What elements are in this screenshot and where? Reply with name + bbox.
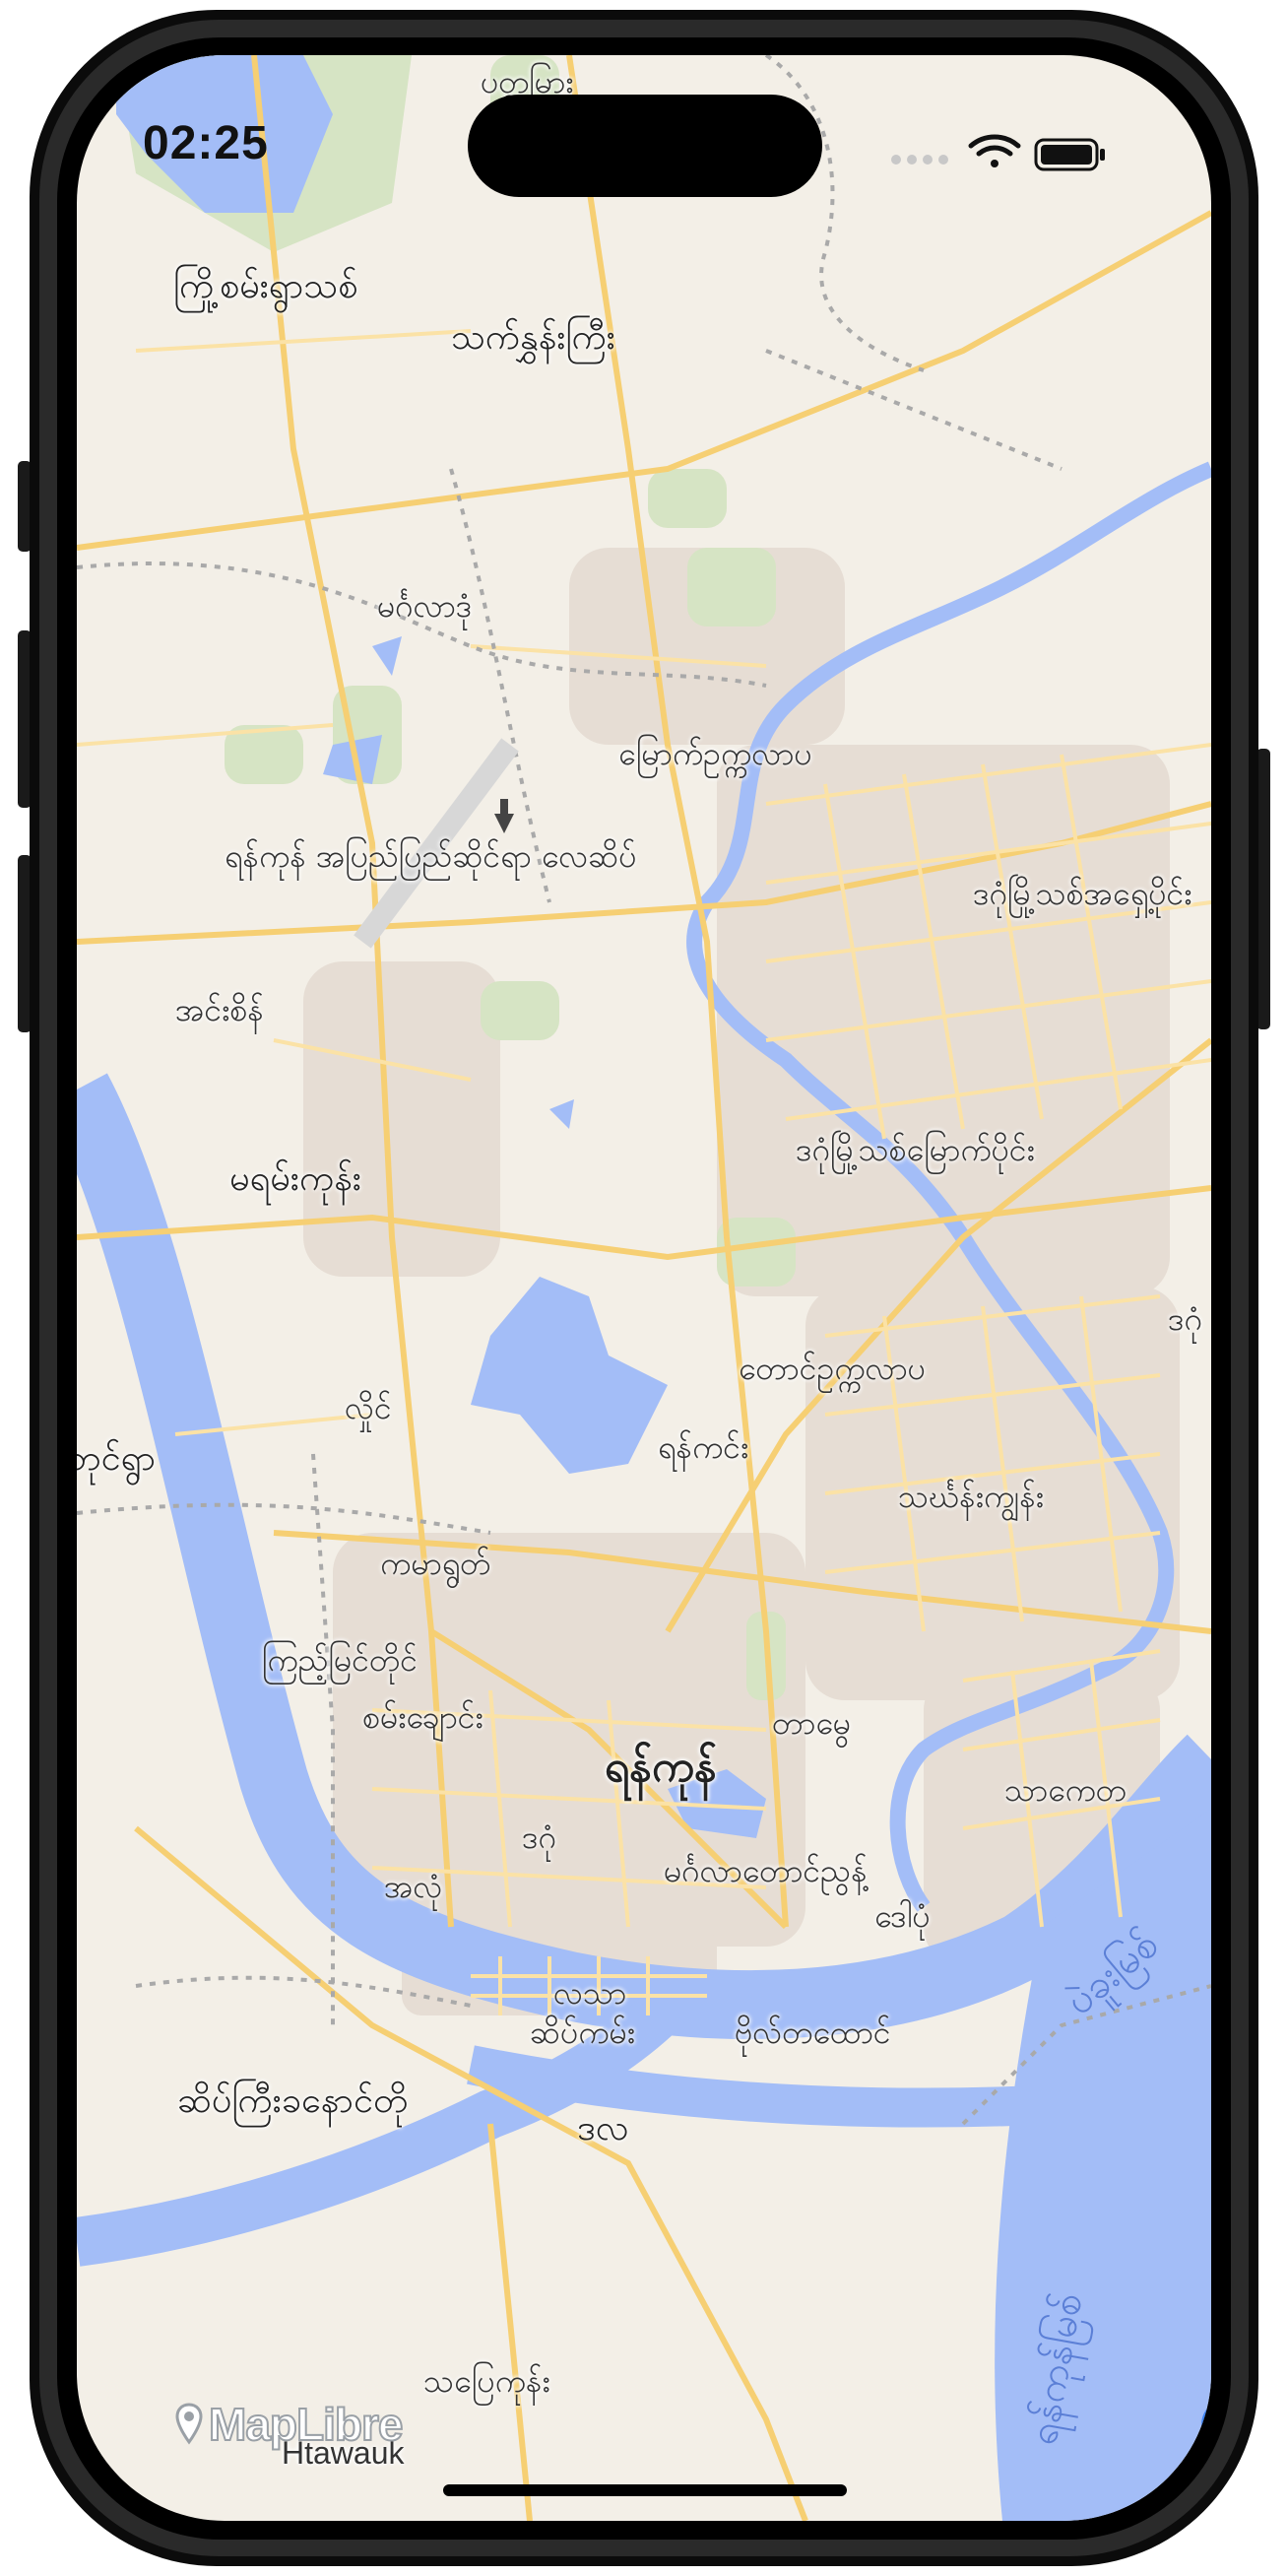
map-pin-icon [175,2403,203,2445]
map-screen[interactable]: ပတ္တမြား ကြို့စမ်းရွာသစ် သက်နွှန်းကြီး မ… [77,55,1211,2521]
wifi-icon [968,134,1021,167]
label-insein: အင်းစိန် [175,991,264,1028]
label-mingala-taungnyunt: မင်္ဂလာတောင်ညွန့် [664,1852,868,1889]
label-airport: ရန်ကုန် အပြည်ပြည်ဆိုင်ရာ လေဆိပ် [225,837,637,875]
label-kyimyindaing: ကြည့်မြင်တိုင် [262,1641,418,1679]
label-hlaing: လှိုင် [345,1389,392,1426]
airport-icon [494,799,514,833]
label-dagon: ဒဂုံ [522,1818,556,1856]
label-botataung: ဗိုလ်တထောင် [735,2014,891,2051]
label-ahlone: အလုံ [384,1868,443,1905]
label-thetkone: သက်နွှန်းကြီး [451,317,615,358]
label-myaukokkala: မြောက်ဥက္ကလာပ [618,735,812,772]
label-hlaingtharyar: ဘုင်ရွာ [77,1438,157,1479]
label-dagon-myothit-north: ဒဂုံမြို့သစ်မြောက်ပိုင်း [796,1131,1035,1168]
label-tamwe: တာမွေ [772,1704,851,1742]
cellular-dots-icon [891,155,948,165]
status-time: 02:25 [143,117,269,169]
maplibre-logo: MapLibre [175,2395,404,2454]
label-kamayut: ကမာရွတ် [380,1545,491,1582]
label-thanlyin: သပြေကုန်း [423,2362,550,2400]
map-canvas[interactable] [77,55,1211,2521]
status-icons [891,134,1105,171]
label-yangon: ရန်ကုန် [605,1742,717,1792]
label-thingangyun: သင်္ဃန်းကျွန်း [898,1478,1044,1515]
maplibre-wordmark: MapLibre [208,2398,404,2451]
label-yankin: ရန်ကင်း [658,1428,749,1466]
phone-frame: ပတ္တမြား ကြို့စမ်းရွာသစ် သက်နွှန်းကြီး မ… [0,0,1288,2576]
label-mingaladon: မင်္ဂလာဒုံ [377,587,473,625]
label-dagon-myothit-south: ဒဂုံမြို့သစ်အရှေ့ပိုင်း [973,875,1192,912]
label-thaketa: သာကေတ [1004,1771,1127,1809]
label-dawbon: ဒေါပုံ [874,1897,931,1935]
label-mayangone: မရမ်းကုန်း [229,1158,361,1199]
label-kyoechitmin: ကြို့စမ်းရွာသစ် [173,266,358,306]
label-seikgyi: ဆိပ်ကြီးခနောင်တို [177,2081,408,2121]
dynamic-island [468,95,822,197]
battery-icon [1034,138,1105,171]
label-seikkan: ဆိပ်ကမ်း [530,2014,635,2051]
label-dagon-edge: ဒဂုံ [1168,1300,1202,1338]
home-indicator[interactable] [443,2484,847,2496]
label-sanchaung: စမ်းချောင်း [362,1698,483,1736]
label-dala: ဒလ [577,2108,629,2148]
label-south-okkalapa: တောင်ဥက္ကလာပ [739,1350,926,1387]
